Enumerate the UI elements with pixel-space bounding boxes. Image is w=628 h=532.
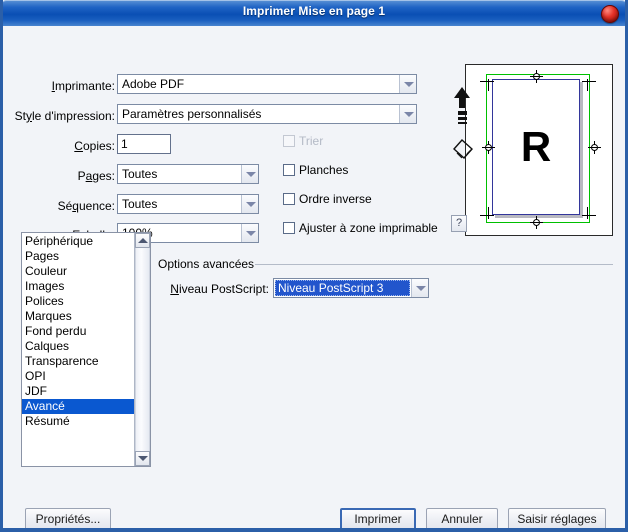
scroll-up-icon[interactable] (135, 233, 150, 248)
checkbox-box[interactable] (283, 222, 295, 234)
chevron-down-icon[interactable] (399, 105, 416, 123)
postscript-level-value: Niveau PostScript 3 (275, 280, 410, 296)
up-arrow-icon[interactable] (452, 86, 472, 126)
chevron-down-icon[interactable] (241, 165, 258, 183)
reverse-order-label: Ordre inverse (299, 192, 372, 206)
window-title: Imprimer Mise en page 1 (242, 4, 386, 18)
chevron-down-icon[interactable] (411, 279, 428, 297)
chevron-down-icon[interactable] (241, 195, 258, 213)
spreads-checkbox[interactable]: Planches (283, 163, 348, 177)
list-item[interactable]: Images (22, 279, 134, 294)
list-item[interactable]: Marques (22, 309, 134, 324)
print-style-select[interactable]: Paramètres personnalisés (117, 104, 417, 124)
category-listbox[interactable]: Périphérique Pages Couleur Images Police… (21, 232, 151, 467)
crop-mark (582, 81, 596, 82)
fit-printable-area-label: Ajuster à zone imprimable (299, 221, 438, 235)
registration-mark (530, 216, 543, 229)
collate-label: Trier (299, 134, 324, 148)
list-item[interactable]: Polices (22, 294, 134, 309)
sequence-label: Séquence: (57, 199, 115, 213)
crop-mark (480, 81, 494, 82)
spreads-label: Planches (299, 163, 349, 177)
window-resize-grip[interactable] (0, 528, 628, 532)
list-item-selected[interactable]: Avancé (22, 399, 134, 414)
advanced-options-title: Options avancées (158, 257, 259, 271)
printer-value: Adobe PDF (122, 77, 185, 91)
properties-button-label: Propriétés... (35, 512, 101, 526)
properties-button[interactable]: Propriétés... (25, 508, 111, 528)
list-item[interactable]: Résumé (22, 414, 134, 429)
crop-mark (582, 215, 596, 216)
pages-select[interactable]: Toutes (117, 164, 259, 184)
dialog-content: Imprimante: Adobe PDF Style d'impression… (3, 26, 625, 528)
list-item[interactable]: Périphérique (22, 234, 134, 249)
pages-label: Pages: (77, 169, 115, 183)
list-item[interactable]: Pages (22, 249, 134, 264)
checkbox-box[interactable] (283, 164, 295, 176)
page-preview: R (465, 64, 613, 236)
crop-mark (488, 207, 489, 219)
print-button-label: Imprimer (354, 512, 402, 526)
postscript-level-select[interactable]: Niveau PostScript 3 (273, 278, 429, 298)
save-preset-button-label: Saisir réglages (517, 512, 597, 526)
copies-label: Copies: (74, 139, 115, 153)
pages-value: Toutes (122, 167, 158, 181)
sequence-value: Toutes (122, 197, 158, 211)
registration-mark (482, 141, 495, 154)
category-list-items: Périphérique Pages Couleur Images Police… (22, 233, 134, 466)
save-preset-button[interactable]: Saisir réglages (508, 508, 606, 528)
sequence-select[interactable]: Toutes (117, 194, 259, 214)
list-item[interactable]: Couleur (22, 264, 134, 279)
copies-input[interactable] (117, 134, 171, 154)
collate-checkbox: Trier (283, 134, 323, 148)
scrollbar-track[interactable] (135, 248, 150, 451)
group-divider (255, 264, 613, 265)
fit-printable-area-checkbox[interactable]: Ajuster à zone imprimable (283, 221, 438, 235)
help-button[interactable]: ? (451, 215, 467, 232)
chevron-down-icon[interactable] (241, 224, 258, 242)
listbox-scrollbar[interactable] (134, 233, 150, 466)
list-item[interactable]: JDF (22, 384, 134, 399)
chevron-down-icon[interactable] (399, 75, 416, 93)
print-dialog-window: Imprimer Mise en page 1 Imprimante: Adob… (0, 0, 628, 532)
print-style-label: Style d'impression: (14, 109, 115, 123)
crop-mark (480, 215, 494, 216)
list-item[interactable]: Fond perdu (22, 324, 134, 339)
printer-label: Imprimante: (51, 79, 115, 93)
list-item[interactable]: Transparence (22, 354, 134, 369)
close-icon[interactable] (601, 5, 619, 23)
registration-mark (530, 70, 543, 83)
registration-mark (588, 141, 601, 154)
list-item[interactable]: Calques (22, 339, 134, 354)
print-button[interactable]: Imprimer (340, 508, 416, 528)
diamond-page-icon[interactable] (451, 138, 475, 162)
title-bar[interactable]: Imprimer Mise en page 1 (3, 0, 625, 26)
page-letter: R (520, 123, 552, 170)
checkbox-box[interactable] (283, 193, 295, 205)
printer-select[interactable]: Adobe PDF (117, 74, 417, 94)
scroll-down-icon[interactable] (135, 451, 150, 466)
checkbox-box (283, 135, 295, 147)
list-item[interactable]: OPI (22, 369, 134, 384)
cancel-button[interactable]: Annuler (426, 508, 498, 528)
cancel-button-label: Annuler (441, 512, 483, 526)
reverse-order-checkbox[interactable]: Ordre inverse (283, 192, 372, 206)
crop-mark (587, 207, 588, 219)
print-style-value: Paramètres personnalisés (122, 107, 262, 121)
postscript-level-label: Niveau PostScript: (170, 282, 269, 296)
